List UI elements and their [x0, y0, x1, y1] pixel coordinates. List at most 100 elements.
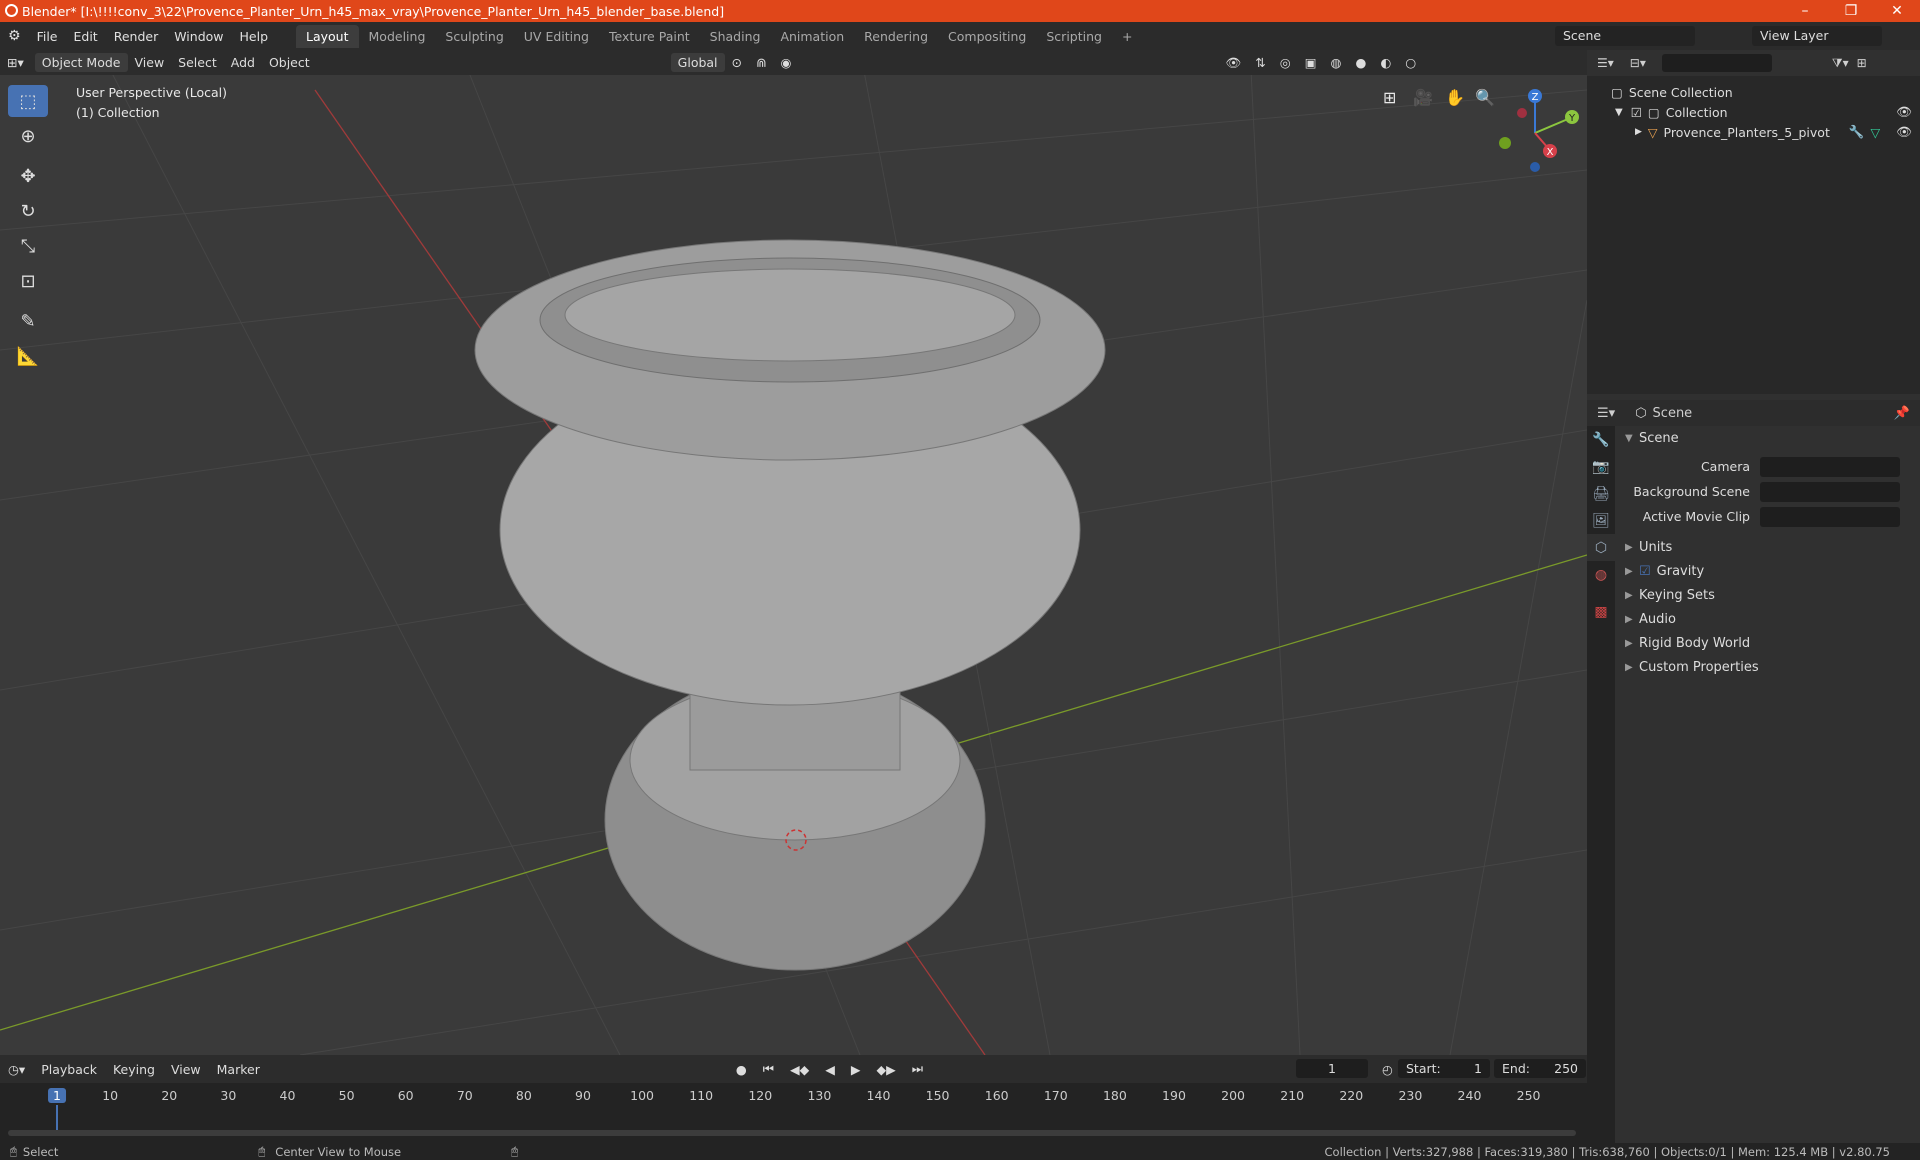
minimize-icon[interactable]: – — [1782, 3, 1828, 19]
tab-layout[interactable]: Layout — [296, 24, 359, 48]
record-icon[interactable]: ● — [728, 1062, 755, 1077]
scene-selector[interactable]: Scene — [1555, 26, 1695, 46]
tab-sculpting[interactable]: Sculpting — [435, 25, 513, 48]
3d-viewport[interactable]: ⊞▾ Object Mode View Select Add Object Gl… — [0, 50, 1587, 1055]
expand-arrow-icon[interactable]: ▶ — [1635, 127, 1642, 137]
eye-icon[interactable]: 👁 — [1896, 104, 1912, 120]
view-layer-selector[interactable]: View Layer — [1752, 26, 1882, 46]
transform-tool-icon[interactable]: ⊡ — [8, 265, 48, 297]
pivot-icon[interactable]: ⊙ — [725, 55, 749, 70]
timeline-menu-keying[interactable]: Keying — [105, 1062, 163, 1077]
viewport-menu-select[interactable]: Select — [171, 55, 224, 70]
proportional-edit-icon[interactable]: ◉ — [774, 55, 799, 70]
playhead[interactable] — [56, 1105, 58, 1131]
menu-file[interactable]: File — [29, 29, 66, 44]
tab-texture-paint[interactable]: Texture Paint — [599, 25, 700, 48]
eye-icon[interactable]: 👁 — [1896, 124, 1912, 140]
modifier-icon[interactable]: 🔧 — [1849, 124, 1865, 140]
display-mode-icon[interactable]: ⊟▾ — [1624, 56, 1652, 70]
timeline-scrollbar[interactable] — [8, 1130, 1576, 1136]
tab-shading[interactable]: Shading — [700, 25, 771, 48]
render-tab-icon[interactable]: 📷 — [1587, 453, 1615, 480]
play-reverse-icon[interactable]: ◀ — [817, 1062, 843, 1077]
timeline-editor-icon[interactable]: ◷▾ — [0, 1062, 33, 1077]
pan-view-icon[interactable]: ✋ — [1445, 88, 1465, 107]
add-workspace-icon[interactable]: + — [1112, 25, 1142, 48]
tab-scripting[interactable]: Scripting — [1036, 25, 1112, 48]
tab-compositing[interactable]: Compositing — [938, 25, 1036, 48]
mesh-data-icon[interactable]: ▽ — [1871, 125, 1881, 140]
tab-rendering[interactable]: Rendering — [854, 25, 938, 48]
rendered-shading-icon[interactable]: ○ — [1398, 55, 1423, 70]
outliner-object[interactable]: ▶ ▽ Provence_Planters_5_pivot 🔧 ▽ 👁 — [1587, 122, 1920, 142]
select-box-tool-icon[interactable]: ⬚ — [8, 85, 48, 117]
view-layer-tab-icon[interactable]: 🖼 — [1587, 507, 1615, 534]
preview-range-icon[interactable]: ◴ — [1374, 1062, 1401, 1077]
outliner-editor-icon[interactable]: ☰▾ — [1587, 56, 1624, 70]
menu-help[interactable]: Help — [232, 29, 277, 44]
panel-keying-sets[interactable]: ▶ Keying Sets — [1615, 583, 1920, 607]
outliner-search-input[interactable] — [1661, 54, 1772, 72]
panel-audio[interactable]: ▶ Audio — [1615, 607, 1920, 631]
tab-uv-editing[interactable]: UV Editing — [514, 25, 599, 48]
scale-tool-icon[interactable]: ⤡ — [8, 230, 48, 262]
new-collection-icon[interactable]: ⊞ — [1857, 56, 1867, 70]
jump-end-icon[interactable]: ⏭ — [904, 1061, 931, 1077]
panel-units[interactable]: ▶ Units — [1615, 535, 1920, 559]
filter-icon[interactable]: ⧩▾ — [1832, 56, 1849, 71]
timeline-menu-playback[interactable]: Playback — [33, 1062, 105, 1077]
jump-start-icon[interactable]: ⏮ — [755, 1061, 782, 1077]
world-tab-icon[interactable]: ◍ — [1587, 561, 1615, 588]
texture-tab-icon[interactable]: ▩ — [1587, 598, 1615, 625]
output-tab-icon[interactable]: 🖨 — [1587, 480, 1615, 507]
play-icon[interactable]: ▶ — [843, 1062, 869, 1077]
xray-icon[interactable]: ▣ — [1298, 55, 1324, 70]
solid-shading-icon[interactable]: ● — [1348, 55, 1373, 70]
checkbox-icon[interactable]: ☑ — [1631, 105, 1642, 120]
move-tool-icon[interactable]: ✥ — [8, 160, 48, 192]
timeline-menu-view[interactable]: View — [163, 1062, 209, 1077]
prev-keyframe-icon[interactable]: ◀◆ — [782, 1062, 817, 1077]
viewport-menu-view[interactable]: View — [128, 55, 172, 70]
background-scene-field[interactable] — [1760, 481, 1900, 502]
start-frame-field[interactable]: Start: 1 — [1398, 1059, 1490, 1078]
viewport-menu-add[interactable]: Add — [224, 55, 262, 70]
expand-arrow-icon[interactable]: ▼ — [1615, 107, 1623, 118]
active-movie-clip-field[interactable] — [1760, 506, 1900, 527]
navigation-gizmo[interactable]: Z Y X — [1480, 85, 1587, 175]
wireframe-shading-icon[interactable]: ◍ — [1324, 55, 1349, 70]
panel-custom-properties[interactable]: ▶ Custom Properties — [1615, 655, 1920, 679]
pin-icon[interactable]: 📌 — [1894, 406, 1910, 421]
tab-animation[interactable]: Animation — [770, 25, 854, 48]
scene-tab-icon[interactable]: ⬡ — [1587, 534, 1615, 561]
camera-view-icon[interactable]: 🎥 — [1413, 88, 1433, 107]
viewport-menu-object[interactable]: Object — [262, 55, 317, 70]
current-frame-field[interactable]: 1 — [1296, 1059, 1368, 1078]
outliner-collection[interactable]: ▼ ☑ ▢ Collection 👁 — [1587, 102, 1920, 122]
annotate-tool-icon[interactable]: ✎ — [8, 305, 48, 337]
frame-ruler[interactable]: 1 10 20 30 40 50 60 70 80 90 100 110 120 130 140 150 160… — [0, 1083, 1587, 1131]
orientation-selector[interactable]: Global — [670, 53, 725, 72]
gravity-checkbox-icon[interactable]: ☑ — [1639, 564, 1651, 579]
overlay-icon[interactable]: ◎ — [1273, 55, 1298, 70]
menu-window[interactable]: Window — [166, 29, 231, 44]
properties-editor-icon[interactable]: ☰▾ — [1587, 406, 1625, 421]
material-shading-icon[interactable]: ◐ — [1373, 55, 1398, 70]
grid-view-icon[interactable]: ⊞ — [1383, 88, 1396, 107]
measure-tool-icon[interactable]: 📐 — [8, 340, 48, 372]
mode-selector[interactable]: Object Mode — [34, 53, 128, 72]
scene-section-header[interactable]: ▼ Scene — [1615, 426, 1920, 450]
next-keyframe-icon[interactable]: ◆▶ — [869, 1062, 904, 1077]
snap-icon[interactable]: ⋒ — [749, 55, 773, 70]
zoom-view-icon[interactable]: 🔍 — [1475, 88, 1495, 107]
camera-field[interactable] — [1760, 456, 1900, 477]
tool-tab-icon[interactable]: 🔧 — [1587, 426, 1615, 453]
close-icon[interactable]: ✕ — [1874, 3, 1920, 19]
panel-rigid-body-world[interactable]: ▶ Rigid Body World — [1615, 631, 1920, 655]
blender-menu-icon[interactable]: ⚙ — [0, 28, 29, 44]
end-frame-field[interactable]: End: 250 — [1494, 1059, 1586, 1078]
menu-render[interactable]: Render — [106, 29, 167, 44]
visibility-icon[interactable]: 👁 — [1218, 55, 1248, 71]
outliner-scene-collection[interactable]: ▢ Scene Collection — [1587, 82, 1920, 102]
restore-icon[interactable]: ❐ — [1828, 3, 1874, 19]
